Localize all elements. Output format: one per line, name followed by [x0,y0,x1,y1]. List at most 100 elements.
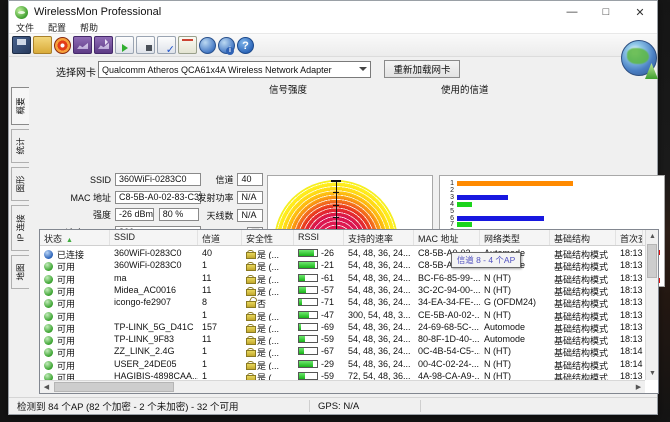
infrastructure-cell: 基础结构模式 [550,296,616,308]
open-icon[interactable] [33,36,52,54]
rates-cell: 54, 48, 36, 24... [344,333,414,345]
vertical-scroll-thumb[interactable] [647,244,657,278]
channel-cell: 40 [198,247,242,259]
status-cell: 可用 [40,309,110,321]
available-status-icon [44,275,53,284]
tab-3[interactable]: IP 连接 [11,205,29,251]
column-header-8[interactable]: 基础结构 [550,230,616,245]
lock-icon [246,361,254,370]
table-row[interactable]: 可用TP-LINK_9F8311是 (...-5954, 48, 36, 24.… [40,333,645,345]
menu-item-1[interactable]: 配置 [41,23,73,34]
menu-item-2[interactable]: 帮助 [73,23,105,34]
tab-0[interactable]: 概要 [11,87,29,125]
column-header-0[interactable]: 状态▲ [40,230,110,245]
first-seen-cell: 18:14: [616,358,643,370]
scroll-left-icon[interactable]: ◀ [40,381,53,394]
minimize-button[interactable]: — [555,1,589,23]
tab-label: IP 连接 [15,214,27,241]
tab-4[interactable]: 地图 [11,255,29,289]
channel-label: 3 [440,195,454,201]
rssi-cell: -29 [294,358,344,370]
graph1-icon[interactable] [73,36,92,54]
field-value: N/A [237,209,263,222]
channel-cell: 1 [198,345,242,357]
tab-1[interactable]: 统计 [11,129,29,163]
rssi-bar-icon [298,335,318,343]
stop-icon[interactable] [136,36,155,54]
field-label: 发射功率 [197,191,233,204]
channel-row: 4 [440,202,664,208]
window-title: WirelessMon Professional [34,6,161,18]
adapter-select[interactable]: Qualcomm Atheros QCA61x4A Wireless Netwo… [98,61,371,78]
mac-cell: 24-69-68-5C-... [414,321,480,333]
table-row[interactable]: 可用Midea_AC001611是 (...-5754, 48, 36, 24.… [40,284,645,296]
rssi-cell: -26 [294,247,344,259]
column-header-3[interactable]: 安全性 [242,230,294,245]
column-header-7[interactable]: 网络类型 [480,230,550,245]
record-icon[interactable] [54,37,71,54]
maximize-button[interactable]: □ [589,1,623,23]
table-row[interactable]: 可用TP-LINK_5G_D41C157是 (...-6954, 48, 36,… [40,321,645,333]
table-row[interactable]: 可用USER_24DE051是 (...-2954, 48, 36, 24...… [40,358,645,370]
security-cell: 是 (... [242,247,294,259]
channel-bar [457,195,508,200]
scroll-right-icon[interactable]: ▶ [632,381,645,394]
first-seen-cell: 18:13: [616,247,643,259]
column-header-6[interactable]: MAC 地址 [414,230,480,245]
run-icon[interactable] [115,36,134,54]
first-seen-cell: 18:13: [616,259,643,271]
available-status-icon [44,336,53,345]
channel-bar [457,222,472,227]
ssid-cell: 360WiFi-0283C0 [110,259,198,271]
table-row[interactable]: 可用360WiFi-0283C01是 (...-2154, 48, 36, 24… [40,259,645,271]
scroll-up-icon[interactable]: ▲ [646,230,659,243]
menu-item-0[interactable]: 文件 [9,23,41,34]
globe1-icon[interactable] [199,37,216,54]
channel-bar [457,202,472,207]
log-icon[interactable] [178,36,197,54]
graph2-icon[interactable] [94,36,113,54]
column-header-9[interactable]: 首次查 [616,230,643,245]
tab-2[interactable]: 图形 [11,167,29,201]
field-value: N/A [237,191,263,204]
column-header-4[interactable]: RSSI [294,230,344,245]
rssi-bar-icon [298,249,318,257]
vertical-scrollbar[interactable]: ▲ ▼ [645,230,658,380]
table-row[interactable]: 可用ZZ_LINK_2.4G1是 (...-6754, 48, 36, 24..… [40,345,645,357]
globe2-icon[interactable] [218,37,235,54]
app-icon [15,6,28,19]
save-icon[interactable] [12,36,31,54]
available-status-icon [44,348,53,357]
status-bar: 检测到 84 个AP (82 个加密 - 2 个未加密) - 32 个可用 GP… [9,397,657,414]
horizontal-scroll-thumb[interactable] [54,382,174,392]
table-row[interactable]: 可用icongo-fe29078否-7154, 48, 36, 24...34-… [40,296,645,308]
unlock-icon [246,299,254,308]
radar-tick [331,180,341,182]
infrastructure-cell: 基础结构模式 [550,345,616,357]
help-icon[interactable] [237,37,254,54]
security-cell: 是 (... [242,345,294,357]
first-seen-cell: 18:13: [616,272,643,284]
rssi-bar-icon [298,360,318,368]
rates-cell: 54, 48, 36, 24... [344,247,414,259]
table-row[interactable]: 已连接360WiFi-0283C040是 (...-2654, 48, 36, … [40,247,645,259]
ssid-cell: icongo-fe2907 [110,296,198,308]
channel-cell: 1 [198,358,242,370]
reload-adapter-button[interactable]: 重新加载网卡 [384,60,460,78]
column-header-1[interactable]: SSID [110,230,198,245]
column-header-2[interactable]: 信道 [198,230,242,245]
tab-label: 图形 [15,175,27,192]
close-button[interactable]: ✕ [623,1,657,23]
adapter-label: 选择网卡 [56,64,96,79]
scroll-down-icon[interactable]: ▼ [646,367,659,380]
column-header-5[interactable]: 支持的速率 [344,230,414,245]
security-cell: 是 (... [242,321,294,333]
rssi-cell: -47 [294,309,344,321]
table-row[interactable]: 可用1是 (...-47300, 54, 48, 3...CE-5B-A0-02… [40,309,645,321]
field-row: 信道40 [197,173,263,186]
mac-cell: 0C-4B-54-C5-... [414,345,480,357]
check-icon[interactable] [157,36,176,54]
table-row[interactable]: 可用ma11是 (...-6154, 48, 36, 24...BC-F6-85… [40,272,645,284]
horizontal-scrollbar[interactable]: ◀ ▶ [40,380,645,393]
ssid-cell: ZZ_LINK_2.4G [110,345,198,357]
